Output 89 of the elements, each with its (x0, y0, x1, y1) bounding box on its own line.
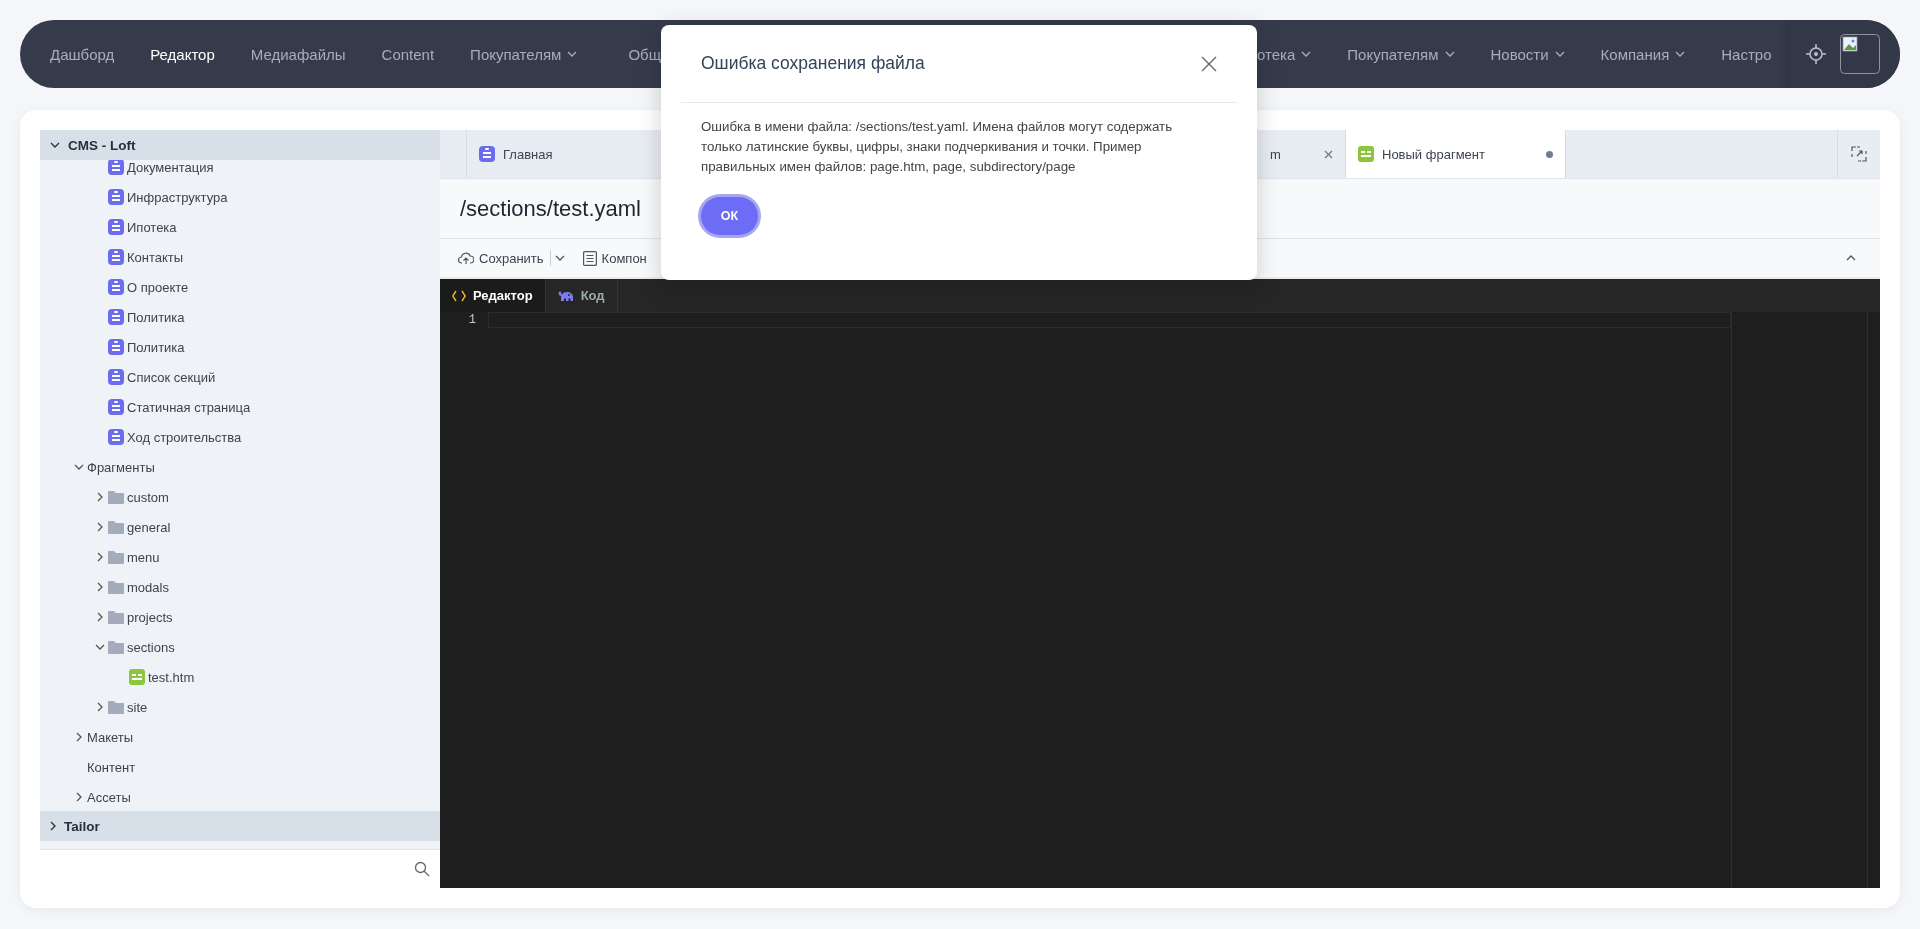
page-icon (108, 399, 124, 415)
folder-icon (108, 520, 124, 534)
folder-icon (108, 700, 124, 714)
caret-icon[interactable] (97, 702, 103, 712)
nav-link[interactable]: Новости (1490, 45, 1565, 63)
collapse-icon[interactable] (1846, 255, 1856, 261)
caret-icon[interactable] (554, 255, 565, 261)
close-icon[interactable] (1324, 149, 1333, 159)
nav-link[interactable]: Дашборд (50, 45, 115, 63)
tree-item[interactable]: Ассеты (87, 789, 131, 805)
tree-item[interactable]: Ход строительства (127, 429, 242, 445)
tree-item[interactable]: Ипотека (127, 219, 177, 235)
file-tab[interactable]: Новый фрагмент (1346, 130, 1566, 178)
nav-link[interactable]: Компания (1600, 45, 1686, 63)
page-icon (108, 160, 124, 175)
tree-item[interactable]: modals (127, 579, 169, 595)
cloud-upload-icon (458, 251, 474, 265)
page-icon (108, 249, 124, 265)
nav-link[interactable]: Content (381, 45, 435, 63)
page-icon (108, 309, 124, 325)
document-icon (582, 250, 597, 266)
fragment-icon (129, 669, 145, 685)
folder-icon (108, 640, 124, 654)
caret-icon[interactable] (97, 612, 103, 622)
save-button[interactable]: Сохранить (458, 250, 544, 266)
tree-item[interactable]: general (127, 519, 171, 535)
caret-icon[interactable] (97, 492, 103, 502)
tree-item[interactable]: sections (127, 639, 175, 655)
nav-link[interactable]: отека (1257, 45, 1312, 63)
tree-item[interactable]: custom (127, 489, 169, 505)
caret-icon[interactable] (76, 732, 82, 742)
search-icon (414, 861, 430, 877)
elephant-icon (557, 289, 574, 302)
tree-item[interactable]: Инфраструктура (127, 189, 228, 205)
tree-item[interactable]: Макеты (87, 729, 134, 745)
nav-link[interactable]: Настро (1721, 45, 1772, 63)
tree-item[interactable]: Контакты (127, 249, 184, 265)
page-icon (108, 189, 124, 205)
caret-icon (50, 821, 56, 831)
caret-icon[interactable] (74, 464, 84, 470)
nav-link[interactable]: Покупателям (470, 45, 578, 63)
tree-item[interactable]: Политика (127, 309, 185, 325)
document-title: /sections/test.yaml (460, 195, 641, 222)
section-header[interactable]: CMS - Loft (40, 130, 440, 160)
page-icon (108, 219, 124, 235)
folder-icon (108, 580, 124, 594)
fragment-icon (1358, 146, 1374, 162)
page-icon (108, 369, 124, 385)
tree-item[interactable]: Список секций (127, 369, 216, 385)
page-icon (108, 339, 124, 355)
folder-icon (108, 490, 124, 504)
line-number: 1 (467, 312, 476, 328)
nav-link[interactable]: Медиафайлы (250, 45, 346, 63)
tree-item[interactable]: menu (127, 549, 160, 565)
editor-tab[interactable]: Код (545, 279, 618, 312)
close-icon[interactable] (1201, 55, 1217, 72)
page-icon (108, 429, 124, 445)
caret-icon[interactable] (97, 552, 103, 562)
target-icon[interactable] (1806, 44, 1826, 64)
ok-button[interactable]: ОК (701, 197, 758, 235)
caret-icon[interactable] (95, 644, 105, 650)
folder-icon (108, 550, 124, 564)
tree-item[interactable]: site (127, 699, 148, 715)
dialog-title: Ошибка сохранения файла (701, 53, 925, 74)
broken-image-icon[interactable] (1840, 34, 1880, 74)
tree-item[interactable]: О проекте (127, 279, 189, 295)
tree-item[interactable]: Политика (127, 339, 185, 355)
page-icon (479, 146, 495, 162)
editor-tab[interactable]: Редактор (440, 279, 546, 312)
tree-item[interactable]: Документация (127, 160, 214, 175)
nav-link[interactable]: Редактор (150, 45, 215, 63)
tree-item[interactable]: test.htm (148, 669, 195, 685)
tree-item[interactable]: Фрагменты (87, 459, 155, 475)
code-icon (452, 289, 466, 302)
expand-icon[interactable] (1851, 146, 1867, 162)
nav-link[interactable]: Общ (628, 45, 661, 63)
section-header[interactable]: Tailor (40, 811, 440, 841)
page-icon (108, 279, 124, 295)
tree-item[interactable]: Контент (87, 759, 136, 775)
tree-item[interactable]: Статичная страница (127, 399, 251, 415)
components-button[interactable]: Компон (582, 250, 647, 266)
caret-icon[interactable] (76, 792, 82, 802)
caret-icon (50, 142, 60, 148)
error-message: Ошибка в имени файла: /sections/test.yaml. Имена файлов могут содержать только латинские буквы, цифры, знаки подчеркивания и точки. Пример правильных имен файлов: page.htm, page, subdirectory/page (700, 118, 1174, 176)
caret-icon[interactable] (97, 522, 103, 532)
tree-item[interactable]: projects (127, 609, 173, 625)
folder-icon (108, 610, 124, 624)
nav-link[interactable]: Покупателям (1347, 45, 1455, 63)
caret-icon[interactable] (97, 582, 103, 592)
